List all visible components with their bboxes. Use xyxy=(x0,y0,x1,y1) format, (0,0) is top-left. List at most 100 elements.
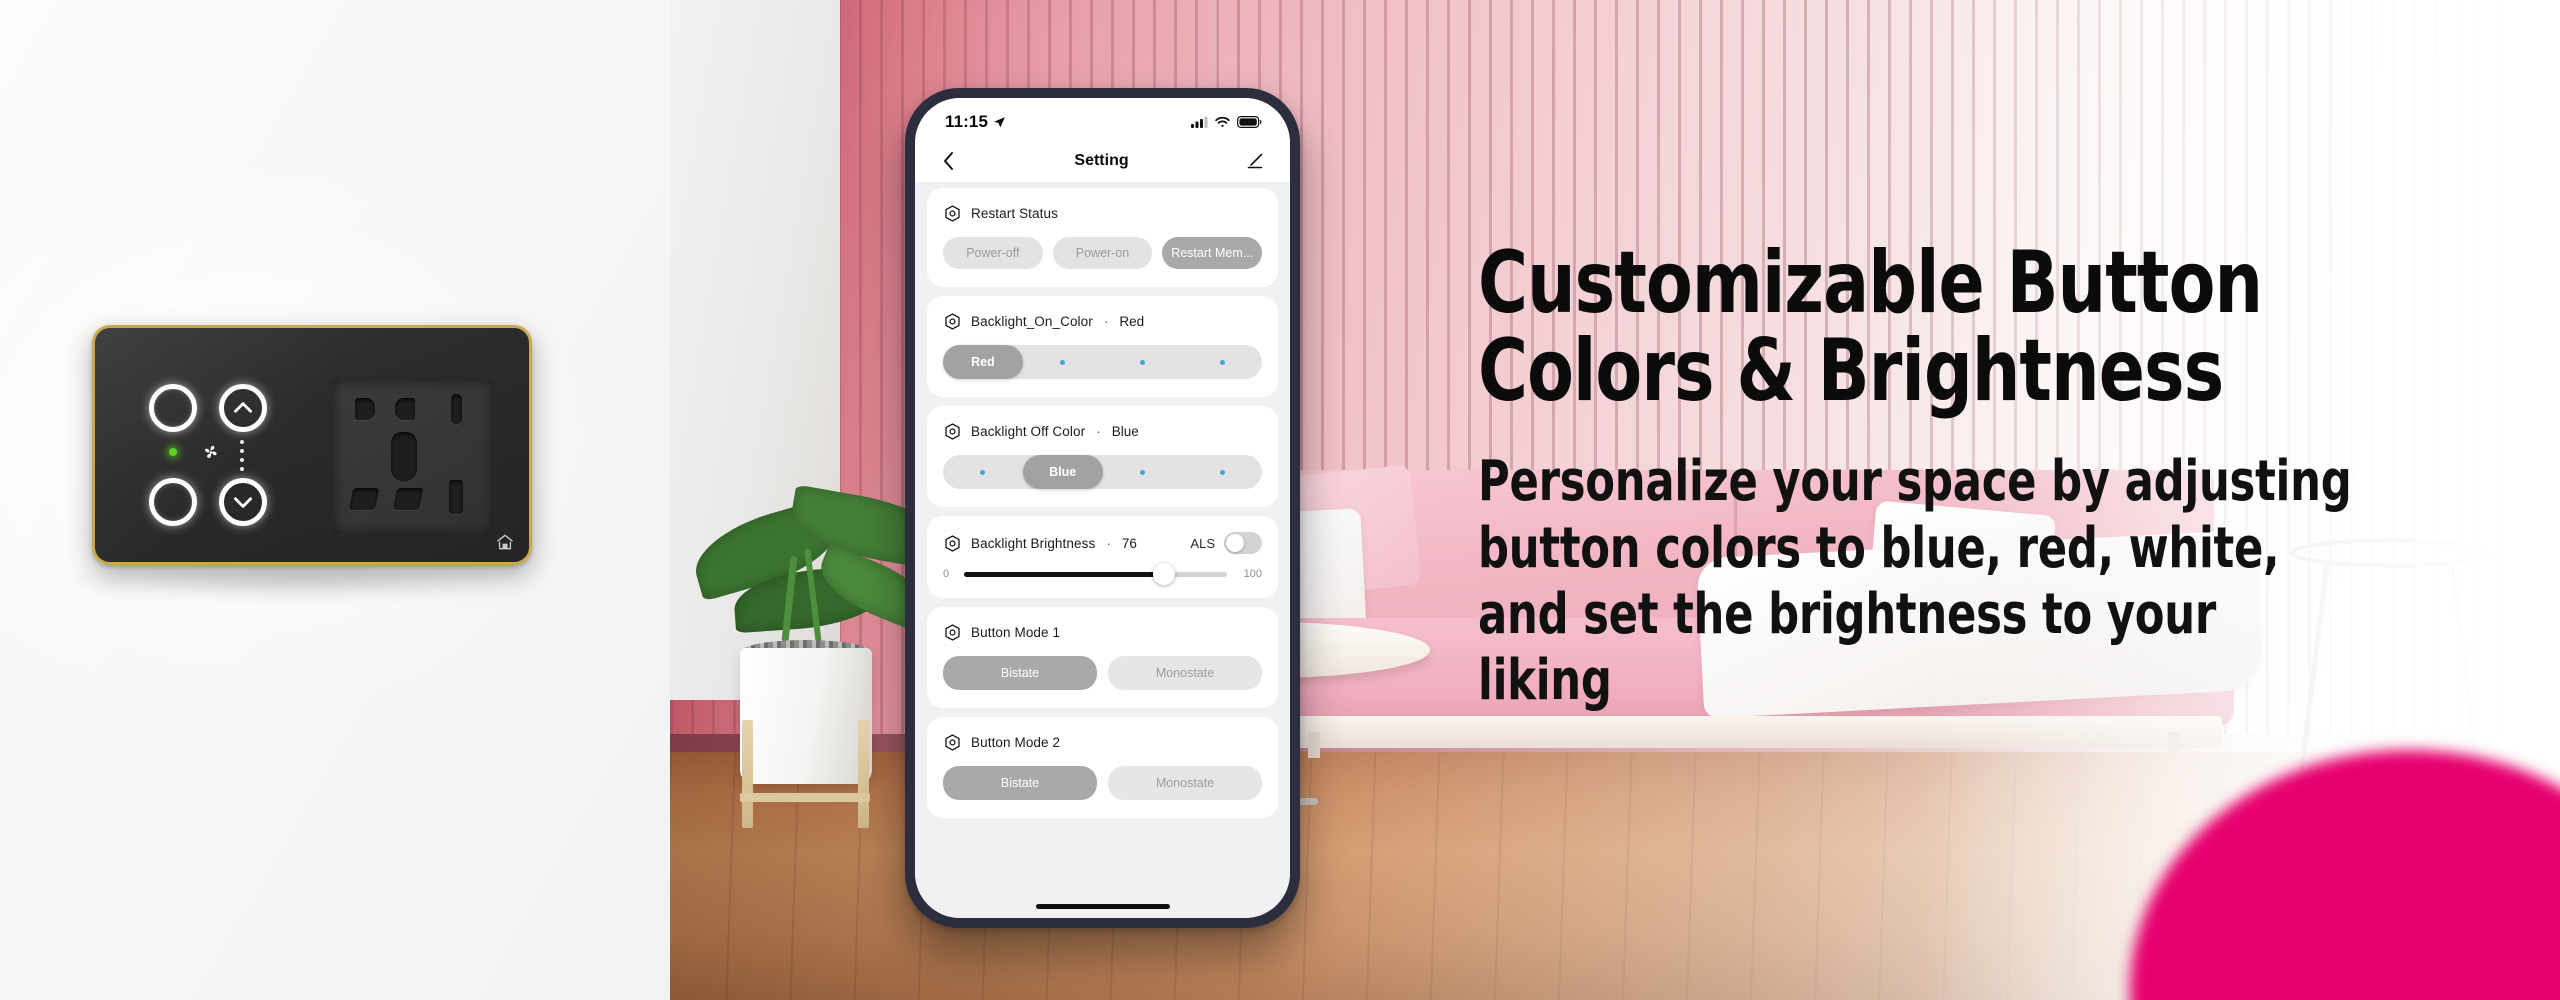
selected-color-thumb[interactable]: Blue xyxy=(1022,455,1103,489)
button-mode-1-options: Bistate Monostate xyxy=(943,656,1262,690)
socket-hole xyxy=(451,394,462,424)
hexagon-target-icon xyxy=(943,312,962,331)
back-button[interactable] xyxy=(937,150,959,172)
section-label: Backlight Brightness xyxy=(971,535,1096,551)
slider-thumb[interactable] xyxy=(1152,563,1175,585)
status-bar: 11:15 xyxy=(915,98,1290,140)
als-label: ALS xyxy=(1190,535,1215,551)
headline-line-2: Colors & Brightness xyxy=(1478,320,2224,421)
chevron-up-button[interactable] xyxy=(219,384,267,432)
plant-stand-bar xyxy=(740,793,870,802)
color-slot-3[interactable] xyxy=(1103,345,1183,379)
universal-power-socket[interactable] xyxy=(333,380,493,534)
section-label: Backlight Off Color xyxy=(971,424,1086,439)
section-label: Backlight_On_Color xyxy=(971,314,1093,329)
als-toggle[interactable] xyxy=(1224,532,1262,554)
section-restart-status: Restart Status Power-off Power-on Restar… xyxy=(927,188,1278,287)
section-value: Red xyxy=(1119,314,1145,329)
status-bar-time: 11:15 xyxy=(945,112,989,131)
section-header: Button Mode 1 xyxy=(943,623,1262,642)
brightness-value: 76 xyxy=(1121,535,1137,551)
label-separator: · xyxy=(1096,424,1101,439)
phone-screen: 11:15 Setting Restart Status Power-off P… xyxy=(915,98,1290,918)
section-backlight-brightness: Backlight Brightness · 76 ALS 0 100 xyxy=(927,516,1278,598)
section-backlight-on-color: Backlight_On_Color · Red Red xyxy=(927,296,1278,397)
socket-hole xyxy=(348,488,380,510)
color-slot-1[interactable] xyxy=(943,455,1023,489)
button-mode-2-options: Bistate Monostate xyxy=(943,766,1262,800)
subcopy-line-3: and set the brightness to your liking xyxy=(1478,581,2217,713)
restart-status-options: Power-off Power-on Restart Mem... xyxy=(943,237,1263,269)
wifi-icon xyxy=(1215,116,1230,128)
label-separator: · xyxy=(1106,535,1111,551)
sofa-leg xyxy=(2168,732,2180,758)
edit-button[interactable] xyxy=(1244,150,1266,172)
section-value: Blue xyxy=(1111,424,1139,439)
smart-wall-switch[interactable] xyxy=(92,325,532,565)
color-slot-4[interactable] xyxy=(1182,455,1262,489)
section-button-mode-1: Button Mode 1 Bistate Monostate xyxy=(927,607,1278,708)
chevron-left-icon xyxy=(942,151,955,171)
color-dot-icon xyxy=(1219,359,1225,365)
section-header: Backlight Off Color · Blue xyxy=(943,422,1262,441)
color-slot-3[interactable] xyxy=(1103,455,1183,489)
page-title: Setting xyxy=(1074,152,1129,169)
hexagon-target-icon xyxy=(943,534,962,553)
slider-min-label: 0 xyxy=(943,568,950,580)
slider-fill xyxy=(964,571,1164,577)
color-slot-4[interactable] xyxy=(1182,345,1262,379)
fan-icon xyxy=(199,440,223,464)
backlight-on-color-selector[interactable]: Red xyxy=(943,345,1262,379)
color-slot-2[interactable] xyxy=(1023,345,1103,379)
plant-stand-leg xyxy=(858,720,869,828)
subcopy-line-2: button colors to blue, red, white, xyxy=(1478,515,2280,581)
white-plant-pot xyxy=(740,648,872,784)
phone-mockup: 11:15 Setting Restart Status Power-off P… xyxy=(905,88,1300,928)
color-dot-icon xyxy=(1139,359,1145,365)
hexagon-target-icon xyxy=(943,733,962,752)
pencil-edit-icon xyxy=(1246,152,1264,170)
toggle-knob xyxy=(1226,534,1244,552)
socket-hole xyxy=(392,488,424,510)
chip-power-off[interactable]: Power-off xyxy=(943,237,1043,269)
label-separator: · xyxy=(1103,314,1109,329)
brightness-slider-track[interactable] xyxy=(964,563,1227,585)
hexagon-target-icon xyxy=(943,422,962,441)
section-header: Restart Status xyxy=(943,204,1262,223)
product-panel xyxy=(0,0,670,1000)
home-indicator xyxy=(1035,904,1170,909)
mode-dots-indicator xyxy=(240,440,244,471)
settings-scroll-area[interactable]: Restart Status Power-off Power-on Restar… xyxy=(915,182,1290,918)
section-label: Button Mode 1 xyxy=(971,625,1061,640)
slider-max-label: 100 xyxy=(1243,568,1262,580)
chevron-down-icon xyxy=(230,489,256,515)
hexagon-target-icon xyxy=(943,623,962,642)
socket-hole xyxy=(449,480,463,514)
section-header: Backlight_On_Color · Red xyxy=(943,312,1262,331)
mode-button-bistate[interactable]: Bistate xyxy=(943,656,1097,690)
brightness-slider-row: 0 100 xyxy=(943,563,1262,585)
circle-button-top[interactable] xyxy=(149,384,197,432)
backlight-off-color-selector[interactable]: Blue xyxy=(943,455,1262,489)
status-bar-indicators xyxy=(1191,116,1262,128)
status-led-indicator xyxy=(169,448,177,456)
mode-button-monostate[interactable]: Monostate xyxy=(1108,766,1262,800)
section-header: Button Mode 2 xyxy=(943,733,1262,752)
subcopy-line-1: Personalize your space by adjusting xyxy=(1478,449,2352,515)
chevron-up-icon xyxy=(230,395,256,421)
section-button-mode-2: Button Mode 2 Bistate Monostate xyxy=(927,717,1278,818)
socket-hole xyxy=(355,398,375,420)
cellular-signal-icon xyxy=(1191,116,1208,128)
chevron-down-button[interactable] xyxy=(219,478,267,526)
socket-hole xyxy=(391,432,417,482)
hexagon-target-icon xyxy=(943,204,962,223)
mode-button-monostate[interactable]: Monostate xyxy=(1108,656,1262,690)
socket-hole xyxy=(395,398,415,420)
marketing-copy: Customizable Button Colors & Brightness … xyxy=(1478,239,2508,714)
color-dot-icon xyxy=(1219,469,1225,475)
chip-power-on[interactable]: Power-on xyxy=(1052,237,1153,269)
circle-button-bottom[interactable] xyxy=(149,478,197,526)
selected-color-thumb[interactable]: Red xyxy=(943,345,1023,379)
mode-button-bistate[interactable]: Bistate xyxy=(943,766,1097,800)
chip-restart-memory[interactable]: Restart Mem... xyxy=(1162,237,1263,269)
